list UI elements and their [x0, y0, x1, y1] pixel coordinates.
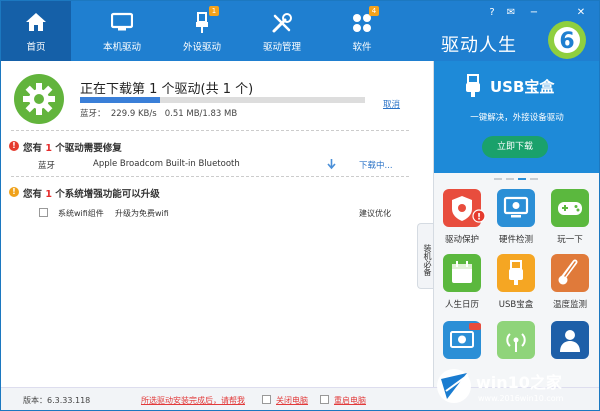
- repair-count: 1: [45, 143, 52, 154]
- tile-person[interactable]: [551, 321, 589, 359]
- tile-label: 驱动保护: [444, 235, 479, 245]
- signal-icon: [506, 333, 526, 352]
- repair-device-name: Apple Broadcom Built-in Bluetooth: [93, 159, 240, 169]
- version-label: 版本：6.3.33.118: [23, 396, 91, 405]
- brand-title: 驱动人生: [441, 35, 517, 56]
- cancel-link[interactable]: 取消: [383, 98, 400, 110]
- download-now-button[interactable]: 立即下载: [482, 136, 548, 158]
- driver-life-logo-icon: 6: [548, 21, 586, 59]
- tile-label: 人生日历: [444, 300, 479, 310]
- home-icon: [26, 13, 46, 31]
- repair-prefix: 您有: [23, 143, 46, 154]
- shutdown-checkbox[interactable]: [262, 395, 271, 404]
- upgrade-prefix: 您有: [23, 189, 46, 200]
- tile-disc[interactable]: [443, 321, 481, 359]
- help-icon[interactable]: ?: [485, 6, 499, 20]
- carousel-dot[interactable]: [506, 178, 514, 180]
- warning-icon: !: [9, 187, 19, 197]
- tile-hardware-detect[interactable]: [497, 189, 535, 227]
- alert-badge-icon: !: [472, 209, 486, 223]
- nav-driver-management-label: 驱动管理: [262, 42, 301, 53]
- download-title: 正在下载第 1 个驱动(共 1 个): [80, 82, 254, 97]
- restart-label[interactable]: 重启电脑: [334, 395, 366, 406]
- nav-home[interactable]: 首页: [1, 1, 71, 61]
- upgrade-item-name: 系统wifi组件: [58, 209, 104, 218]
- nav-home-label: 首页: [26, 42, 46, 53]
- repair-heading: 您有 1 个驱动需要修复: [23, 140, 122, 154]
- nav-peripheral-badge: 1: [209, 6, 219, 16]
- repair-category: 蓝牙: [38, 161, 56, 171]
- divider: [11, 130, 409, 131]
- nav-software-badge: 4: [369, 6, 379, 16]
- gamepad-icon: [558, 202, 582, 215]
- nav-local-drivers-label: 本机驱动: [102, 42, 141, 53]
- tile-label: 温度监测: [552, 300, 587, 310]
- skin-icon[interactable]: ✉: [504, 6, 518, 20]
- usb-box-icon: [509, 260, 523, 285]
- upgrade-item-desc: 升级为免费wifi: [115, 209, 169, 218]
- upgrade-heading: 您有 1 个系统增强功能可以升级: [23, 186, 160, 200]
- person-icon: [560, 330, 580, 352]
- watermark-url: www.2016win10.com: [478, 394, 564, 403]
- usb-icon: [466, 74, 480, 97]
- nav-driver-management[interactable]: 驱动管理: [247, 1, 317, 61]
- svg-text:6: 6: [559, 29, 574, 54]
- repair-status: 下载中...: [359, 161, 393, 171]
- nav-local-drivers[interactable]: 本机驱动: [87, 1, 157, 61]
- app-window: 首页 本机驱动 1 外设驱动 驱动管理 4 软件 ? ✉ − ✕ 驱动人生 6: [0, 0, 600, 411]
- tile-life-calendar[interactable]: [443, 254, 481, 292]
- carousel-dot[interactable]: [530, 178, 538, 180]
- divider: [11, 176, 409, 177]
- top-navigation-bar: 首页 本机驱动 1 外设驱动 驱动管理 4 软件 ? ✉ − ✕ 驱动人生 6: [1, 1, 599, 61]
- banner-title: USB宝盒: [490, 78, 555, 96]
- tile-label: USB宝盒: [498, 300, 534, 310]
- repair-suffix: 个驱动需要修复: [51, 143, 122, 154]
- monitor-check-icon: [503, 196, 529, 218]
- download-progress-bar: [80, 97, 365, 103]
- tile-label: 硬件检测: [498, 235, 533, 245]
- error-icon: !: [9, 141, 19, 151]
- watermark: win10之家 www.2016win10.com: [434, 361, 599, 410]
- banner-subtitle: 一键解决，外接设备驱动: [470, 113, 564, 123]
- tile-signal[interactable]: [497, 321, 535, 359]
- upgrade-suffix: 个系统增强功能可以升级: [51, 189, 160, 200]
- tools-icon: [272, 13, 292, 33]
- wifi-component-checkbox[interactable]: [39, 208, 48, 217]
- tile-play[interactable]: [551, 189, 589, 227]
- disc-new-icon: [450, 323, 481, 348]
- calendar-icon: [452, 261, 472, 283]
- shutdown-label[interactable]: 关闭电脑: [276, 395, 308, 406]
- watermark-brand: win10之家: [476, 373, 563, 392]
- tile-usb-box[interactable]: [497, 254, 535, 292]
- post-install-notice[interactable]: 所选驱动安装完成后，请帮我: [141, 395, 245, 406]
- nav-peripheral-drivers[interactable]: 1 外设驱动: [167, 1, 237, 61]
- gear-icon: [14, 74, 64, 124]
- tile-label: 玩一下: [557, 235, 583, 245]
- nav-peripheral-drivers-label: 外设驱动: [182, 42, 221, 53]
- main-panel: 正在下载第 1 个驱动(共 1 个) 蓝牙： 229.9 KB/s 0.51 M…: [1, 61, 417, 390]
- upgrade-action[interactable]: 建议优化: [359, 208, 391, 219]
- tile-temperature[interactable]: [551, 254, 589, 292]
- monitor-icon: [111, 12, 133, 31]
- download-speed: 蓝牙： 229.9 KB/s 0.51 MB/1.83 MB: [80, 109, 238, 119]
- win10-home-watermark-logo: win10之家 www.2016win10.com: [437, 369, 564, 403]
- essential-software-tab[interactable]: 装机必备: [417, 223, 433, 289]
- right-sidebar: USB宝盒 一键解决，外接设备驱动 立即下载 ! 驱动保护 硬件检测 玩一下 人…: [433, 61, 599, 387]
- nav-software[interactable]: 4 软件: [327, 1, 397, 61]
- carousel-dot[interactable]: [494, 178, 502, 180]
- upgrade-count: 1: [45, 189, 52, 200]
- usb-box-banner[interactable]: USB宝盒 一键解决，外接设备驱动 立即下载: [434, 61, 599, 173]
- minimize-icon[interactable]: −: [527, 6, 541, 20]
- nav-software-label: 软件: [352, 42, 372, 53]
- restart-checkbox[interactable]: [320, 395, 329, 404]
- download-arrow-icon: [327, 159, 336, 170]
- svg-text:!: !: [477, 213, 481, 223]
- carousel-dot-active[interactable]: [518, 178, 526, 180]
- thermometer-icon: [558, 259, 578, 285]
